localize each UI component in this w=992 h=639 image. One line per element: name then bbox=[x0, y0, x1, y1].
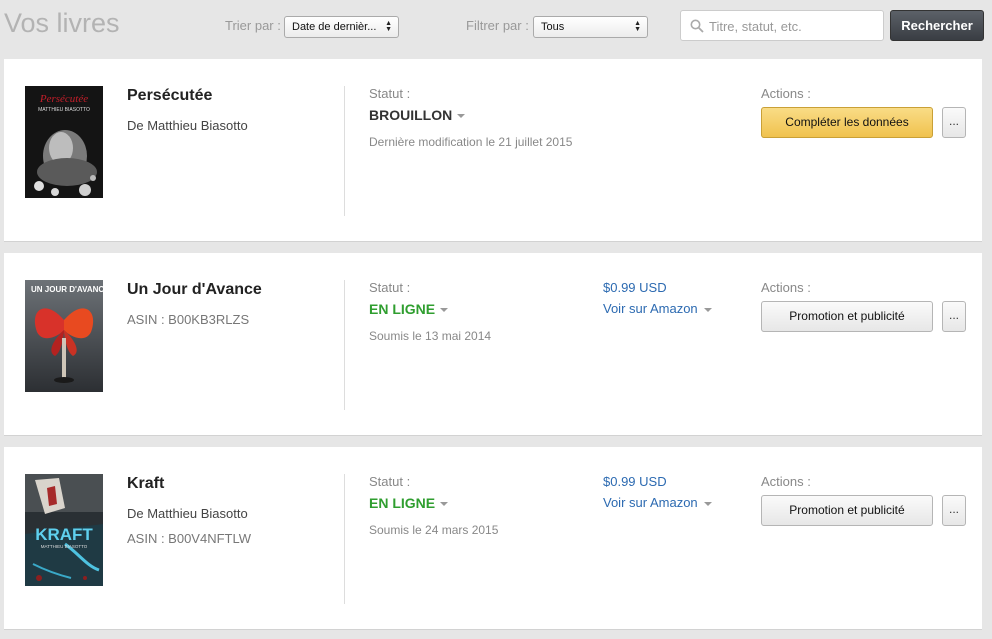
select-arrows-icon: ▲ ▼ bbox=[634, 20, 641, 33]
status-dropdown[interactable]: EN LIGNE bbox=[369, 301, 449, 317]
promotion-button[interactable]: Promotion et publicité bbox=[761, 495, 933, 526]
filter-select[interactable]: Tous ▲ ▼ bbox=[533, 16, 648, 38]
view-on-amazon-link[interactable]: Voir sur Amazon bbox=[603, 301, 712, 316]
book-author: De Matthieu Biasotto bbox=[127, 118, 248, 133]
status-dropdown[interactable]: EN LIGNE bbox=[369, 495, 449, 511]
status-label: Statut : bbox=[369, 86, 411, 101]
book-title[interactable]: Persécutée bbox=[127, 87, 212, 105]
book-author: De Matthieu Biasotto bbox=[127, 506, 248, 521]
cover-title: KRAFT bbox=[35, 525, 93, 544]
more-actions-button[interactable]: ... bbox=[942, 107, 966, 138]
book-cover-image[interactable]: Persécutée MATTHIEU BIASOTTO bbox=[25, 86, 103, 198]
cover-author: MATTHIEU BIASOTTO bbox=[38, 107, 90, 113]
status-detail: Dernière modification le 21 juillet 2015 bbox=[369, 135, 573, 149]
search-box bbox=[680, 10, 884, 41]
actions-label: Actions : bbox=[761, 86, 811, 101]
view-on-amazon-label: Voir sur Amazon bbox=[603, 301, 698, 316]
caret-down-icon bbox=[703, 307, 712, 312]
book-card: Persécutée MATTHIEU BIASOTTO Persécutée … bbox=[4, 59, 982, 242]
actions-label: Actions : bbox=[761, 280, 811, 295]
promotion-button[interactable]: Promotion et publicité bbox=[761, 301, 933, 332]
status-value: BROUILLON bbox=[369, 107, 453, 123]
caret-down-icon bbox=[457, 114, 466, 119]
book-title[interactable]: Kraft bbox=[127, 475, 164, 493]
view-on-amazon-label: Voir sur Amazon bbox=[603, 495, 698, 510]
cover-title: UN JOUR D'AVANCE bbox=[31, 285, 103, 294]
book-price: $0.99 USD bbox=[603, 280, 667, 295]
search-input[interactable] bbox=[709, 17, 879, 35]
caret-down-icon bbox=[703, 501, 712, 506]
status-label: Statut : bbox=[369, 280, 411, 295]
book-cover-image[interactable]: UN JOUR D'AVANCE bbox=[25, 280, 103, 392]
book-cover-image[interactable]: KRAFT MATTHIEU BIASOTTO bbox=[25, 474, 103, 586]
filter-select-value: Tous bbox=[541, 21, 565, 33]
book-card: UN JOUR D'AVANCE Un Jour d'Avance ASIN :… bbox=[4, 253, 982, 436]
actions-label: Actions : bbox=[761, 474, 811, 489]
status-detail: Soumis le 24 mars 2015 bbox=[369, 523, 499, 537]
cover-title: Persécutée bbox=[39, 93, 88, 105]
status-detail: Soumis le 13 mai 2014 bbox=[369, 329, 492, 343]
select-arrows-icon: ▲ ▼ bbox=[385, 20, 392, 33]
book-asin: ASIN : B00V4NFTLW bbox=[127, 531, 252, 546]
book-price: $0.99 USD bbox=[603, 474, 667, 489]
divider bbox=[344, 280, 345, 410]
book-card: KRAFT MATTHIEU BIASOTTO Kraft De Matthie… bbox=[4, 447, 982, 630]
caret-down-icon bbox=[440, 308, 449, 313]
divider bbox=[344, 474, 345, 604]
sort-label: Trier par : bbox=[225, 18, 281, 33]
divider bbox=[344, 86, 345, 216]
search-icon bbox=[690, 19, 704, 33]
top-bar: Vos livres Trier par : Date de dernièr..… bbox=[0, 0, 992, 50]
more-actions-button[interactable]: ... bbox=[942, 301, 966, 332]
sort-select-value: Date de dernièr... bbox=[292, 21, 377, 33]
status-value: EN LIGNE bbox=[369, 301, 436, 317]
more-actions-button[interactable]: ... bbox=[942, 495, 966, 526]
search-button[interactable]: Rechercher bbox=[890, 10, 984, 41]
status-dropdown[interactable]: BROUILLON bbox=[369, 107, 466, 123]
book-title[interactable]: Un Jour d'Avance bbox=[127, 281, 262, 299]
page-title: Vos livres bbox=[4, 8, 120, 38]
status-label: Statut : bbox=[369, 474, 411, 489]
view-on-amazon-link[interactable]: Voir sur Amazon bbox=[603, 495, 712, 510]
caret-down-icon bbox=[440, 502, 449, 507]
status-value: EN LIGNE bbox=[369, 495, 436, 511]
book-asin: ASIN : B00KB3RLZS bbox=[127, 312, 250, 327]
cover-author: MATTHIEU BIASOTTO bbox=[41, 544, 88, 549]
sort-select[interactable]: Date de dernièr... ▲ ▼ bbox=[284, 16, 399, 38]
complete-data-button[interactable]: Compléter les données bbox=[761, 107, 933, 138]
filter-label: Filtrer par : bbox=[466, 18, 529, 33]
